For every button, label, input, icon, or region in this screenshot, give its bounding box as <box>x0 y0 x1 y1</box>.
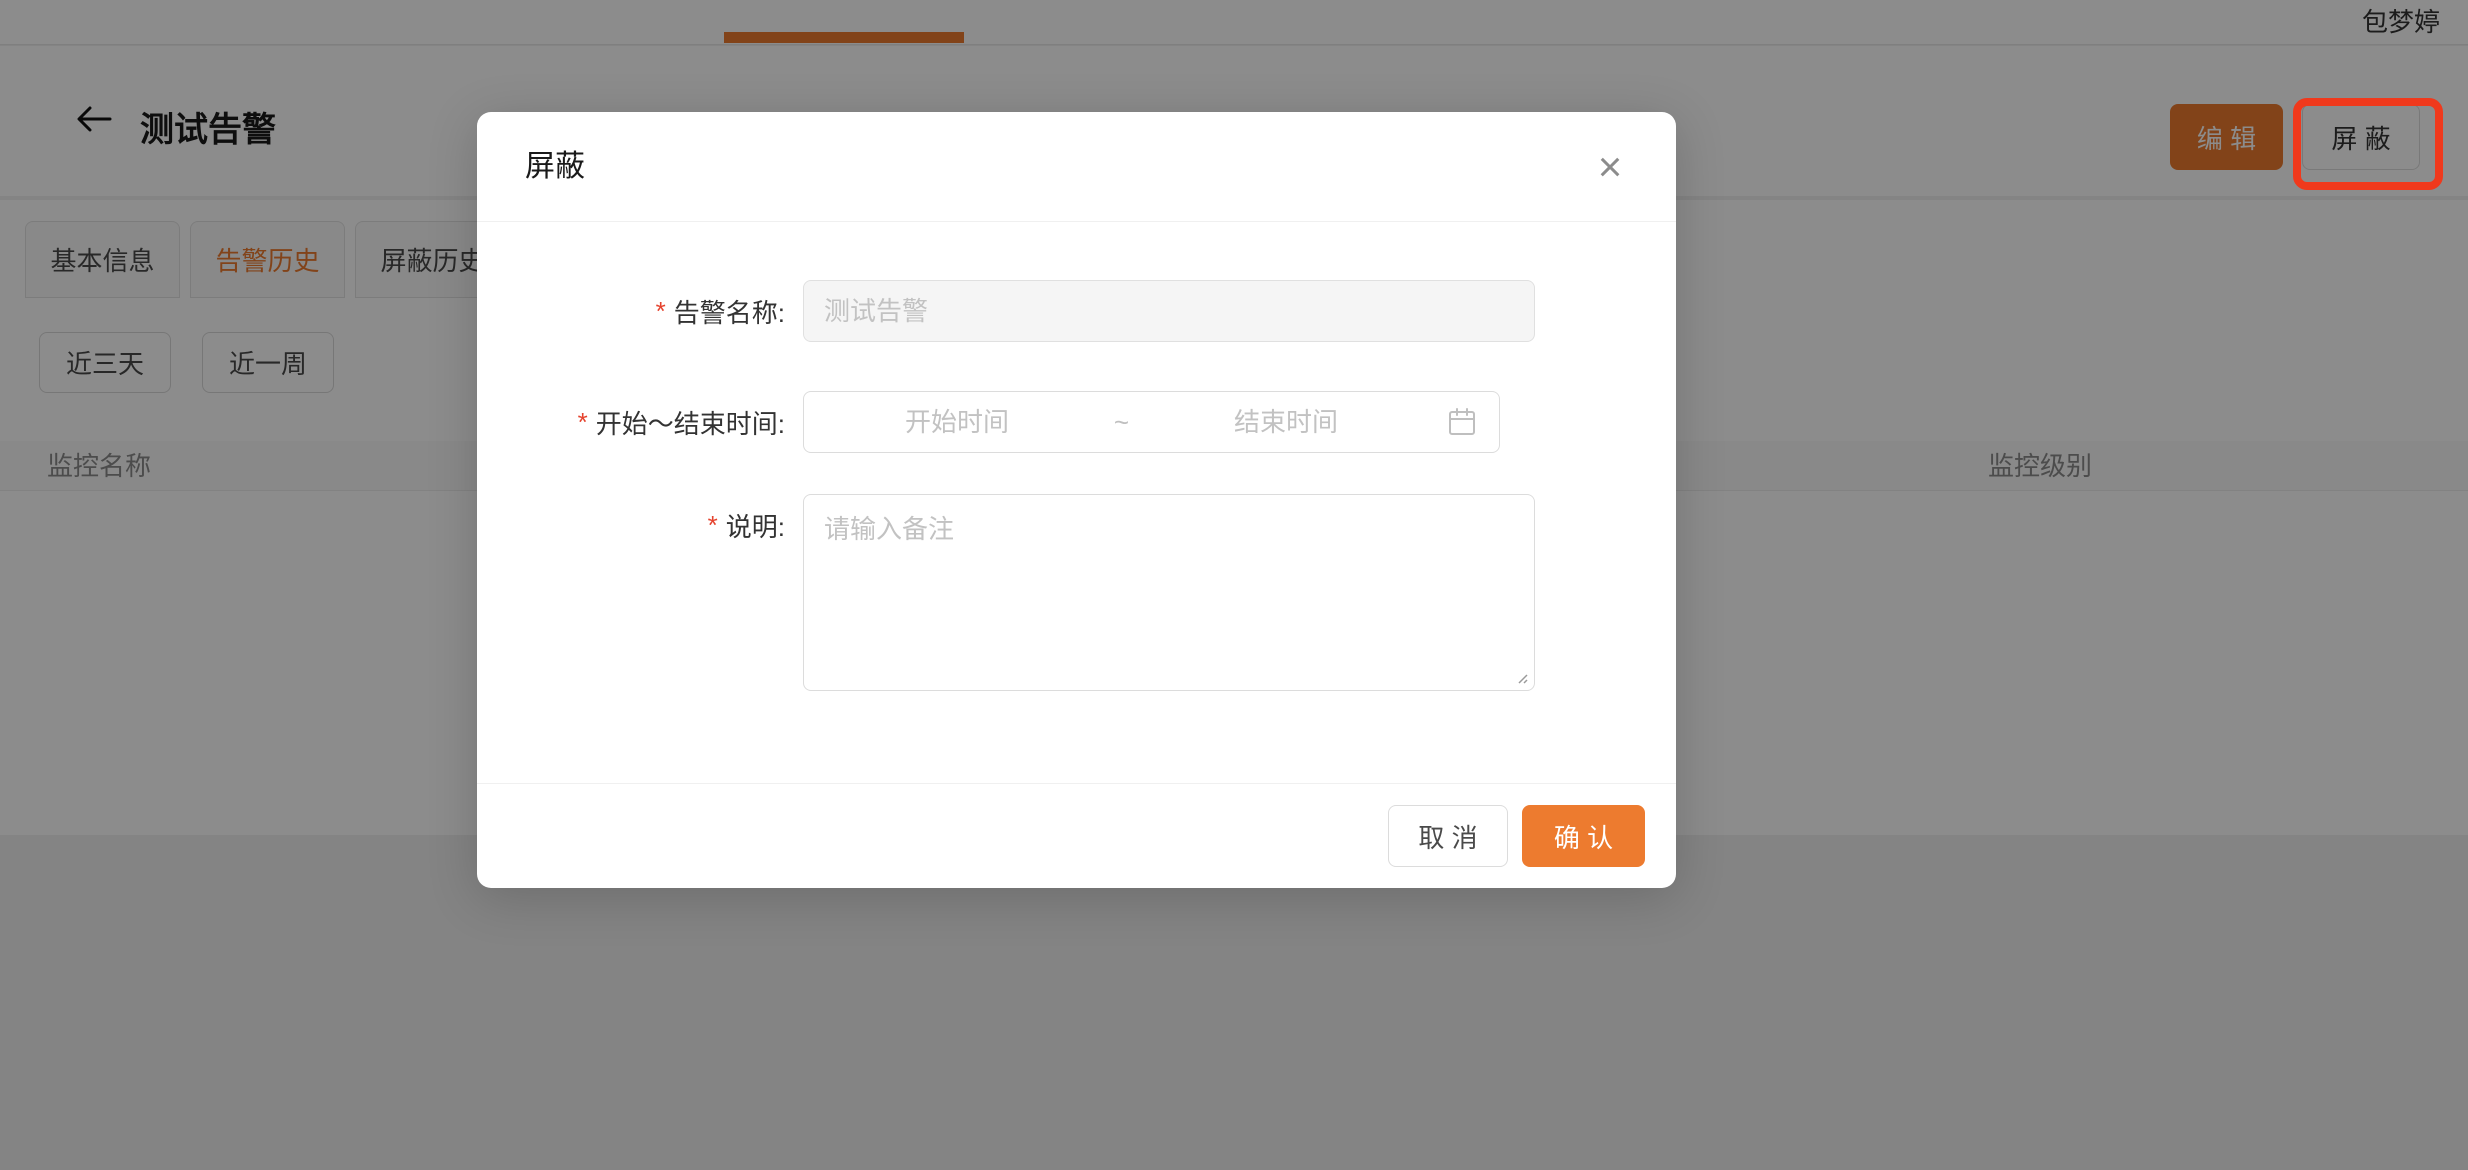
required-asterisk: * <box>656 296 666 327</box>
confirm-button[interactable]: 确 认 <box>1522 805 1645 867</box>
dialog-header: 屏蔽 × <box>477 112 1676 222</box>
dialog-body: * 告警名称: * 开始～结束时间: ~ <box>477 280 1676 691</box>
form-row-description: * 说明: <box>477 494 1676 691</box>
form-row-time-range: * 开始～结束时间: ~ <box>477 391 1676 453</box>
resize-handle-icon[interactable] <box>1513 669 1529 685</box>
calendar-icon <box>1447 407 1477 437</box>
shield-dialog: 屏蔽 × * 告警名称: * 开始～结束时间: ~ <box>477 112 1676 888</box>
dialog-title: 屏蔽 <box>525 112 585 222</box>
description-label: * 说明: <box>477 494 803 556</box>
end-time-input[interactable] <box>1133 407 1439 438</box>
app-root: 包梦婷 测试告警 编 辑 屏 蔽 基本信息 告警历史 屏蔽历史 近三天 近一周 … <box>0 0 2468 1170</box>
form-row-alert-name: * 告警名称: <box>477 280 1676 342</box>
alert-name-label: * 告警名称: <box>477 280 803 342</box>
start-time-input[interactable] <box>804 407 1110 438</box>
date-range-picker[interactable]: ~ <box>803 391 1500 453</box>
range-separator: ~ <box>1110 407 1133 438</box>
required-asterisk: * <box>708 510 718 541</box>
dialog-footer: 取 消 确 认 <box>477 783 1676 888</box>
required-asterisk: * <box>578 407 588 438</box>
cancel-button[interactable]: 取 消 <box>1388 805 1508 867</box>
time-range-label: * 开始～结束时间: <box>477 391 803 453</box>
alert-name-input[interactable] <box>803 280 1535 342</box>
close-icon[interactable]: × <box>1584 141 1636 193</box>
description-textarea[interactable] <box>803 494 1535 691</box>
